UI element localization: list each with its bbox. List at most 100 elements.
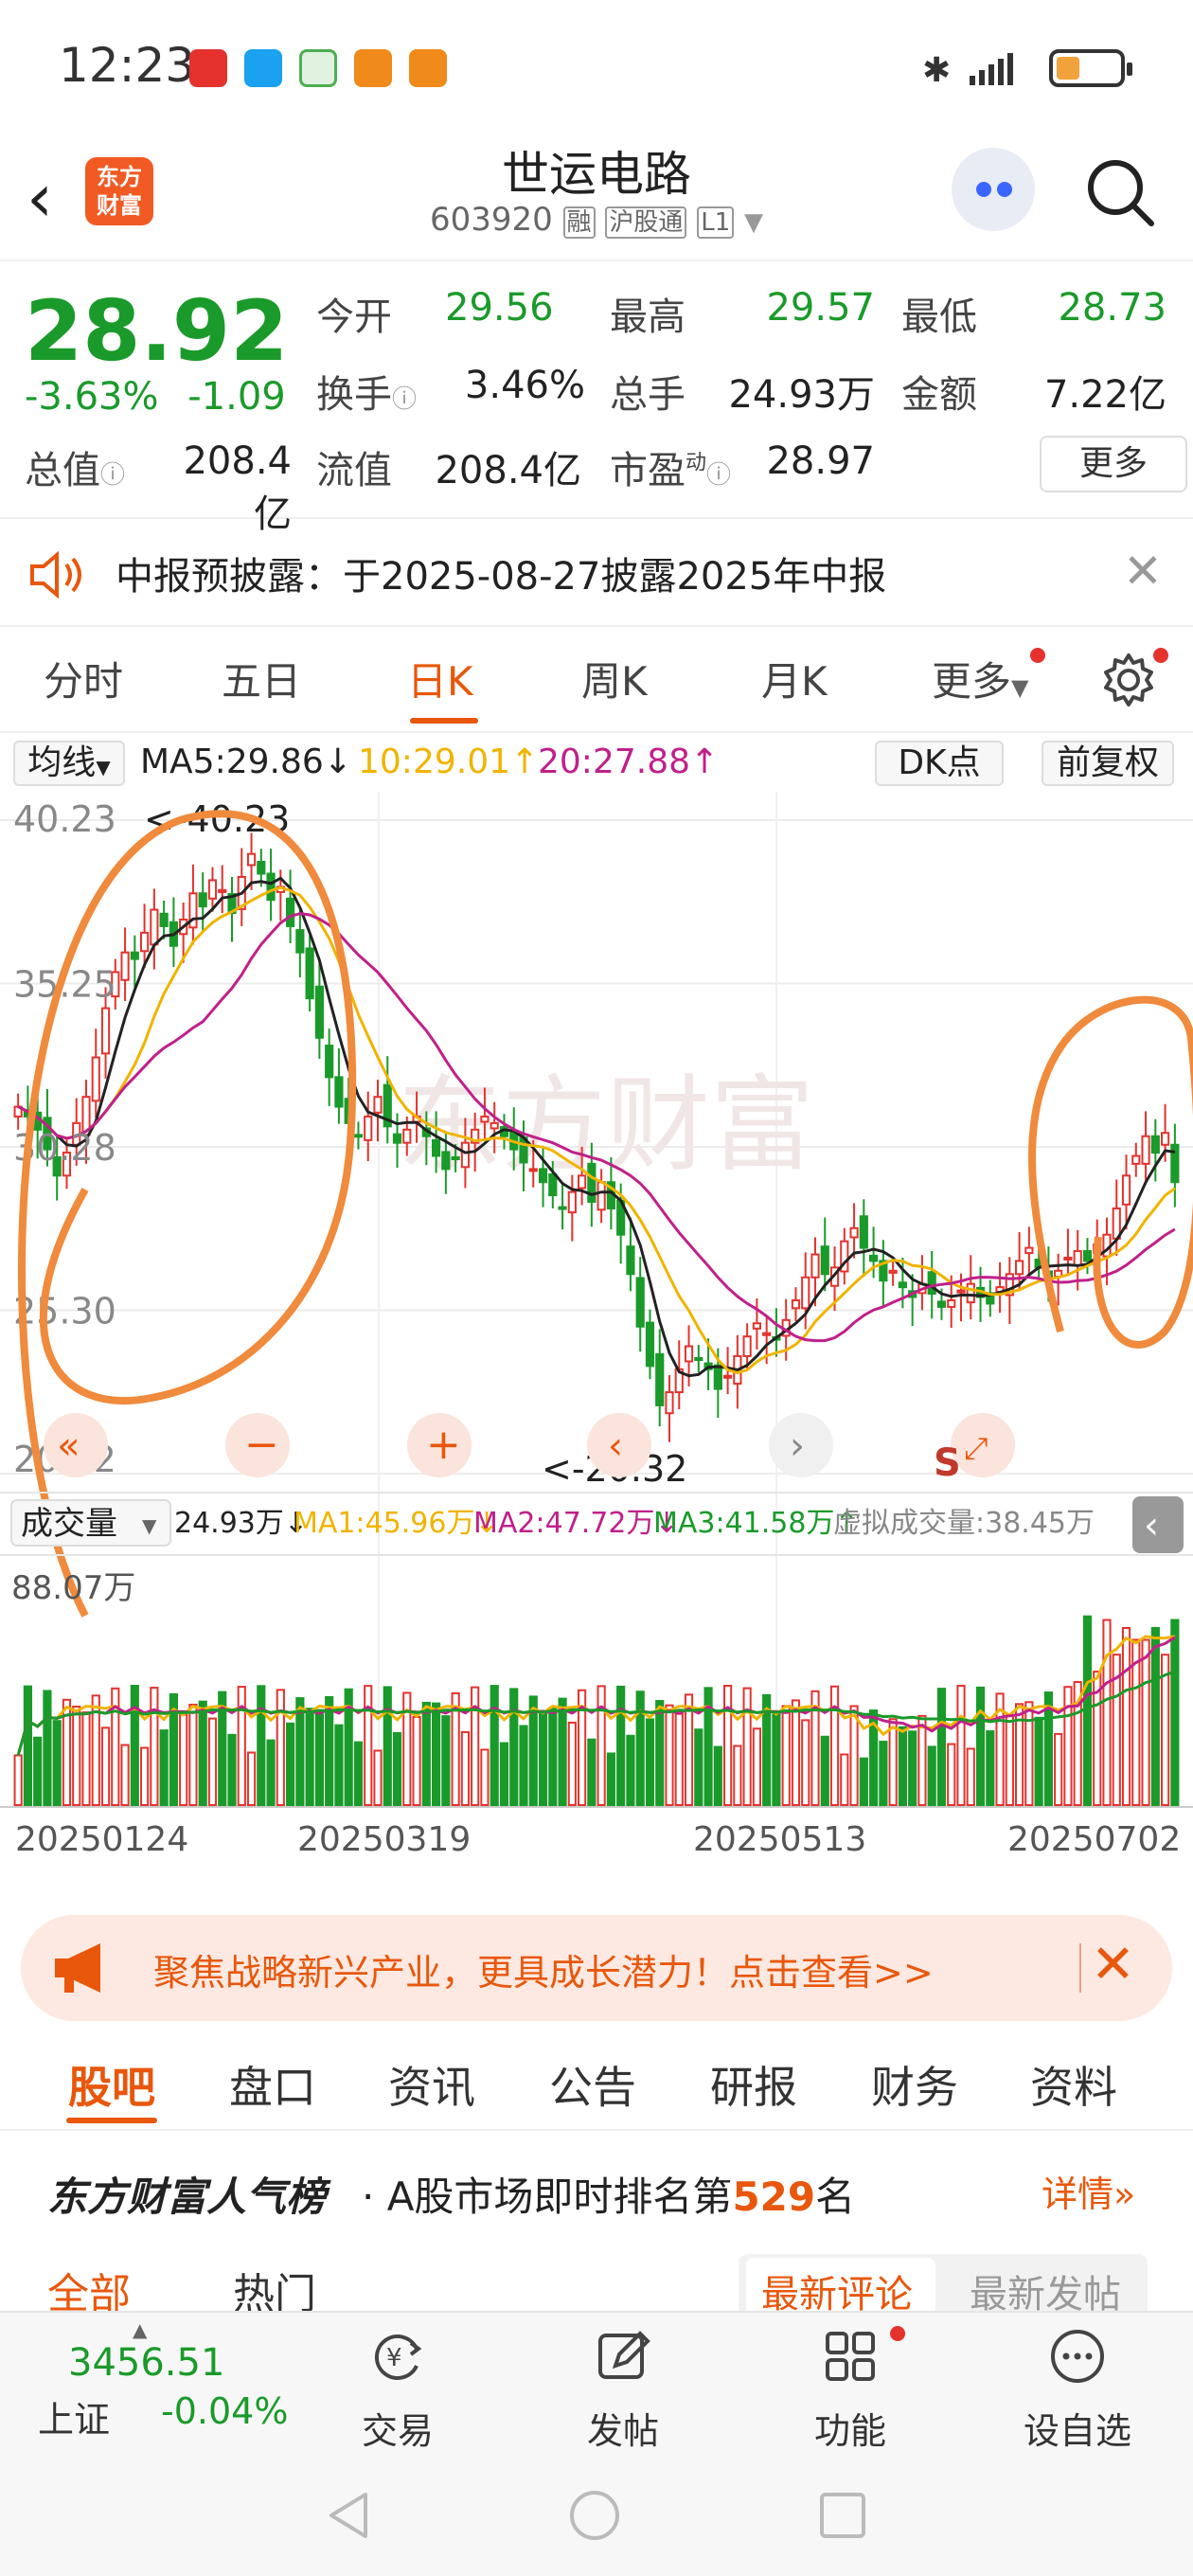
nav-watchlist-label: 设自选 [1023,2410,1131,2452]
volume-bar-down [626,1734,635,1807]
candle-down [927,1271,936,1296]
pe-value: 28.97 [766,439,875,483]
index-value[interactable]: 3456.51 [68,2341,224,2385]
signal-icon: ✱ [922,51,1013,89]
volume-bar-up [888,1718,898,1806]
more-quote-button[interactable]: 更多 [1040,436,1187,492]
volume-bar-up [752,1727,761,1807]
mktcap-label: 总值ⓘ [25,449,126,492]
search-icon[interactable] [1085,157,1157,229]
candle-up [752,1322,761,1330]
volume-max-label: 88.07万 [11,1569,135,1607]
volume-bar-up [207,1717,218,1807]
current-price: 28.92 [25,282,289,380]
quote-panel: 28.92 -3.63% -1.09 今开 29.56 最高 29.57 最低 … [0,263,1193,536]
volume-bar-down [305,1708,314,1806]
volume-bar-up [1102,1619,1112,1807]
volume-bar-down [1034,1716,1043,1806]
rank-detail-link[interactable]: 详情» [1042,2165,1135,2217]
ma-select[interactable]: 均线▼ [13,741,125,786]
sort-latest-comment[interactable]: 最新评论 [761,2263,913,2311]
candle-down [869,1254,879,1262]
tab-weekly-k[interactable]: 周K [581,650,648,707]
candle-up [120,951,130,981]
volume-bar-down [1150,1626,1160,1806]
candle-up [373,1096,383,1114]
gear-icon[interactable] [1100,652,1157,708]
high-value: 29.57 [766,286,875,330]
volume-bar-up [596,1685,606,1807]
ma20-value: 20:27.88↑ [538,742,720,781]
sort-latest-post[interactable]: 最新发帖 [970,2263,1121,2311]
candle-down [257,861,266,875]
volume-bar-down [713,1745,722,1806]
volume-bar-up [460,1731,470,1806]
y-tick-label: 40.23 [13,798,116,840]
open-label: 今开 [316,295,392,339]
volume-bar-up [1141,1638,1150,1806]
float-value: 208.4亿 [435,449,581,492]
high-label: 最高 [610,295,686,339]
volume-bar-down [986,1730,995,1806]
volume-bar-up [150,1687,159,1806]
close-icon[interactable]: ✕ [1091,1934,1135,1995]
candle-up [91,1056,100,1102]
volume-bar-down [325,1695,334,1806]
candle-up [140,931,150,953]
dk-point-select[interactable]: DK点 [875,741,1004,786]
tab-profile[interactable]: 资料 [1030,2053,1117,2116]
home-circle-icon[interactable] [566,2487,623,2544]
volume-bar-down [52,1720,62,1807]
notice-bar[interactable]: 中报预披露：于2025-08-27披露2025年中报 ✕ [0,523,1193,627]
tab-daily-k[interactable]: 日K [407,650,473,707]
low-label: 最低 [901,295,977,339]
close-icon[interactable]: ✕ [1123,544,1163,599]
candle-down [587,1162,596,1204]
promo-banner[interactable]: 聚焦战略新兴产业，更具成长潜力！点击查看>> ✕ [21,1915,1172,2021]
ai-assistant-avatar[interactable] [952,148,1035,231]
volume-bar-down [820,1735,829,1807]
tab-research[interactable]: 研报 [710,2053,797,2116]
tab-more[interactable]: 更多▼ [932,650,1028,707]
volume-bar-down [635,1690,645,1807]
tab-order-book[interactable]: 盘口 [229,2053,316,2116]
volume-bar-down [295,1697,305,1806]
tab-news[interactable]: 资讯 [388,2053,475,2116]
candle-down [130,951,139,960]
tab-forum[interactable]: 股吧 [68,2053,155,2116]
amount-label: 金额 [901,373,977,417]
volume-bar-up [567,1721,577,1806]
volume-bar-down [490,1685,499,1806]
x-axis-ticks: 20250124 20250319 20250513 20250702 [15,1820,1181,1859]
tab-monthly-k[interactable]: 月K [761,650,828,707]
stock-code-row[interactable]: 603920 融 沪股通 L1 ▼ [407,201,786,239]
popularity-rank[interactable]: 东方财富人气榜 · A股市场即时排名第529名 详情» [0,2144,1193,2239]
vol-ma2: MA2:47.72万↓ [473,1507,679,1540]
recents-square-icon[interactable] [814,2487,871,2544]
volume-bar-down [33,1736,43,1806]
index-name: 上证 [38,2399,111,2441]
candle-up [849,1226,859,1239]
active-tab-indicator [410,718,478,724]
back-triangle-icon[interactable] [322,2487,379,2544]
tab-announcements[interactable]: 公告 [549,2053,636,2116]
candle-down [635,1277,645,1328]
volume-bar-down [694,1728,703,1806]
subtab-hot[interactable]: 热门 [233,2260,316,2311]
tab-five-day[interactable]: 五日 [222,650,301,707]
candle-up [888,1269,898,1274]
back-button[interactable]: ‹ [27,159,53,237]
volume-bar-up [733,1744,742,1806]
volume-label: 总手 [610,373,686,417]
tab-intraday[interactable]: 分时 [44,650,123,707]
adjust-select[interactable]: 前复权 [1042,741,1174,786]
volume-bar-up [723,1685,733,1806]
double-left-icon: « [57,1424,80,1468]
volume-bar-down [421,1701,431,1807]
tab-financials[interactable]: 财务 [871,2053,958,2116]
brand-logo[interactable]: 东方 财富 [85,157,153,225]
subtab-all[interactable]: 全部 [47,2260,131,2311]
kline-chart[interactable]: 东方财富 40.2335.2530.2825.3020.32 <-40.23 <… [0,792,1193,1905]
volume-bar-down [927,1745,936,1806]
candle-up [246,852,257,867]
